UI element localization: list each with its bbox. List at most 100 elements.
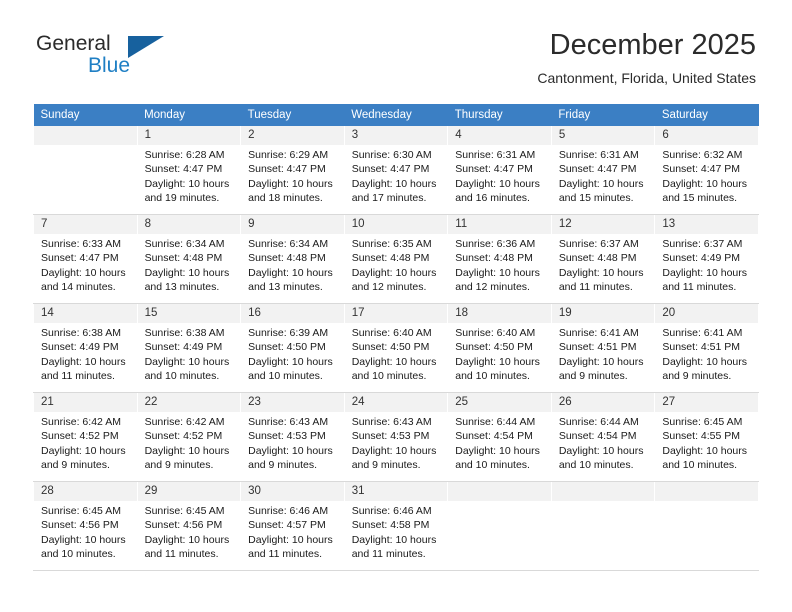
daylight-text-line1: Daylight: 10 hours: [248, 177, 333, 190]
sunrise-text: Sunrise: 6:43 AM: [248, 416, 329, 428]
daylight-text-line1: Daylight: 10 hours: [248, 355, 333, 368]
calendar-day-cell[interactable]: 10 Sunrise: 6:35 AM Sunset: 4:48 PM Dayligh…: [343, 214, 449, 304]
calendar-day-cell[interactable]: 26 Sunrise: 6:44 AM Sunset: 4:54 PM Dayligh…: [550, 392, 656, 482]
calendar-day-cell[interactable]: 18 Sunrise: 6:40 AM Sunset: 4:50 PM Dayligh…: [447, 303, 552, 393]
calendar-day-cell[interactable]: 16 Sunrise: 6:39 AM Sunset: 4:50 PM Dayligh…: [240, 303, 345, 393]
daylight-text-line1: Daylight: 10 hours: [41, 444, 126, 457]
calendar-day-cell[interactable]: 19 Sunrise: 6:41 AM Sunset: 4:51 PM Dayligh…: [550, 303, 656, 393]
day-number: 4: [448, 126, 551, 145]
day-details: Sunrise: 6:45 AM Sunset: 4:56 PM Daylight:…: [34, 501, 137, 562]
calendar-day-cell[interactable]: 5 Sunrise: 6:31 AM Sunset: 4:47 PM Daylight…: [550, 126, 656, 215]
daylight-text-line1: Daylight: 10 hours: [248, 533, 333, 546]
sunrise-text: Sunrise: 6:32 AM: [662, 149, 743, 161]
calendar-page: General Blue December 2025 Cantonment, F…: [0, 0, 792, 612]
calendar-day-cell[interactable]: 29 Sunrise: 6:45 AM Sunset: 4:56 PM Dayligh…: [136, 481, 242, 571]
day-details: Sunrise: 6:32 AM Sunset: 4:47 PM Daylight:…: [655, 145, 758, 206]
calendar-day-cell[interactable]: 21 Sunrise: 6:42 AM Sunset: 4:52 PM Dayligh…: [33, 392, 138, 482]
day-details: Sunrise: 6:43 AM Sunset: 4:53 PM Daylight:…: [345, 412, 448, 473]
sunset-text: Sunset: 4:57 PM: [248, 519, 326, 532]
weekday-header-wednesday: Wednesday: [344, 104, 448, 126]
daylight-text-line1: Daylight: 10 hours: [351, 355, 437, 368]
calendar-day-cell[interactable]: 20 Sunrise: 6:41 AM Sunset: 4:51 PM Dayligh…: [654, 303, 759, 393]
calendar-day-cell[interactable]: 1 Sunrise: 6:28 AM Sunset: 4:47 PM Daylight…: [136, 126, 242, 215]
sunset-text: Sunset: 4:52 PM: [41, 430, 119, 443]
day-details: Sunrise: 6:43 AM Sunset: 4:53 PM Daylight:…: [241, 412, 344, 473]
calendar-day-cell[interactable]: 12 Sunrise: 6:37 AM Sunset: 4:48 PM Dayligh…: [550, 214, 656, 304]
day-number: 15: [137, 304, 241, 323]
sunrise-text: Sunrise: 6:44 AM: [558, 416, 639, 428]
day-details: Sunrise: 6:31 AM Sunset: 4:47 PM Daylight:…: [448, 145, 551, 206]
day-details: Sunrise: 6:35 AM Sunset: 4:48 PM Daylight:…: [345, 234, 448, 295]
calendar-week-row: 28 Sunrise: 6:45 AM Sunset: 4:56 PM Dayligh…: [33, 481, 759, 571]
calendar-day-cell[interactable]: 28 Sunrise: 6:45 AM Sunset: 4:56 PM Dayligh…: [33, 481, 138, 571]
day-number: 9: [241, 215, 344, 234]
calendar-day-cell[interactable]: 17 Sunrise: 6:40 AM Sunset: 4:50 PM Dayligh…: [343, 303, 449, 393]
sunset-text: Sunset: 4:53 PM: [351, 430, 430, 443]
calendar-day-cell[interactable]: 24 Sunrise: 6:43 AM Sunset: 4:53 PM Dayligh…: [343, 392, 449, 482]
sunset-text: Sunset: 4:54 PM: [455, 430, 533, 443]
sunset-text: Sunset: 4:48 PM: [248, 252, 326, 265]
calendar-day-cell[interactable]: 6 Sunrise: 6:32 AM Sunset: 4:47 PM Daylight…: [654, 126, 759, 215]
calendar-day-cell[interactable]: 8 Sunrise: 6:34 AM Sunset: 4:48 PM Daylight…: [136, 214, 242, 304]
calendar-day-cell[interactable]: 14 Sunrise: 6:38 AM Sunset: 4:49 PM Dayligh…: [33, 303, 138, 393]
sunset-text: Sunset: 4:58 PM: [351, 519, 430, 532]
day-number: 24: [344, 393, 448, 412]
sunset-text: Sunset: 4:47 PM: [351, 163, 430, 176]
calendar-day-cell[interactable]: 9 Sunrise: 6:34 AM Sunset: 4:48 PM Daylight…: [240, 214, 345, 304]
daylight-text-line2: and 10 minutes.: [662, 459, 738, 472]
day-details: Sunrise: 6:30 AM Sunset: 4:47 PM Daylight:…: [345, 145, 448, 206]
day-details: Sunrise: 6:40 AM Sunset: 4:50 PM Daylight:…: [345, 323, 448, 384]
sunset-text: Sunset: 4:47 PM: [662, 163, 741, 176]
day-details: Sunrise: 6:46 AM Sunset: 4:57 PM Daylight:…: [241, 501, 344, 562]
location-subtitle: Cantonment, Florida, United States: [537, 70, 756, 86]
day-number: 27: [655, 393, 758, 412]
daylight-text-line1: Daylight: 10 hours: [41, 355, 126, 368]
calendar-day-cell[interactable]: 15 Sunrise: 6:38 AM Sunset: 4:49 PM Dayligh…: [136, 303, 242, 393]
day-number: 25: [448, 393, 551, 412]
daylight-text-line1: Daylight: 10 hours: [41, 266, 126, 279]
calendar-day-cell[interactable]: 30 Sunrise: 6:46 AM Sunset: 4:57 PM Dayligh…: [240, 481, 345, 571]
sunset-text: Sunset: 4:47 PM: [144, 163, 223, 176]
daylight-text-line1: Daylight: 10 hours: [144, 266, 230, 279]
calendar-day-cell[interactable]: 4 Sunrise: 6:31 AM Sunset: 4:47 PM Daylight…: [447, 126, 552, 215]
sunrise-text: Sunrise: 6:36 AM: [455, 238, 536, 250]
sunrise-text: Sunrise: 6:34 AM: [248, 238, 329, 250]
daylight-text-line1: Daylight: 10 hours: [455, 444, 540, 457]
day-number: 17: [344, 304, 448, 323]
day-number: 11: [448, 215, 551, 234]
calendar-day-cell[interactable]: 7 Sunrise: 6:33 AM Sunset: 4:47 PM Daylight…: [33, 214, 138, 304]
day-number: 5: [551, 126, 655, 145]
day-number: [448, 482, 551, 501]
calendar-day-cell[interactable]: 11 Sunrise: 6:36 AM Sunset: 4:48 PM Dayligh…: [447, 214, 552, 304]
brand-logo[interactable]: General Blue: [36, 32, 206, 88]
sunrise-text: Sunrise: 6:45 AM: [144, 505, 225, 517]
calendar-day-cell[interactable]: 3 Sunrise: 6:30 AM Sunset: 4:47 PM Daylight…: [343, 126, 449, 215]
sunrise-text: Sunrise: 6:40 AM: [455, 327, 536, 339]
calendar-day-cell[interactable]: 23 Sunrise: 6:43 AM Sunset: 4:53 PM Dayligh…: [240, 392, 345, 482]
daylight-text-line1: Daylight: 10 hours: [144, 355, 230, 368]
day-details: Sunrise: 6:38 AM Sunset: 4:49 PM Daylight:…: [34, 323, 137, 384]
daylight-text-line2: and 9 minutes.: [662, 370, 732, 383]
daylight-text-line1: Daylight: 10 hours: [558, 177, 644, 190]
calendar-day-cell[interactable]: 22 Sunrise: 6:42 AM Sunset: 4:52 PM Dayligh…: [136, 392, 242, 482]
daylight-text-line1: Daylight: 10 hours: [455, 266, 540, 279]
sunrise-text: Sunrise: 6:38 AM: [41, 327, 121, 339]
sunset-text: Sunset: 4:50 PM: [455, 341, 533, 354]
day-number: 7: [34, 215, 137, 234]
sunset-text: Sunset: 4:47 PM: [41, 252, 119, 265]
daylight-text-line2: and 9 minutes.: [144, 459, 214, 472]
daylight-text-line1: Daylight: 10 hours: [558, 444, 644, 457]
calendar-day-cell[interactable]: 31 Sunrise: 6:46 AM Sunset: 4:58 PM Dayligh…: [343, 481, 449, 571]
calendar-day-cell[interactable]: 27 Sunrise: 6:45 AM Sunset: 4:55 PM Dayligh…: [654, 392, 759, 482]
day-number: 6: [655, 126, 758, 145]
daylight-text-line2: and 15 minutes.: [662, 192, 738, 205]
sunset-text: Sunset: 4:48 PM: [558, 252, 637, 265]
calendar-day-cell[interactable]: 13 Sunrise: 6:37 AM Sunset: 4:49 PM Dayligh…: [654, 214, 759, 304]
brand-name-blue: Blue: [88, 54, 131, 77]
calendar-day-cell[interactable]: 25 Sunrise: 6:44 AM Sunset: 4:54 PM Dayligh…: [447, 392, 552, 482]
day-details: Sunrise: 6:45 AM Sunset: 4:56 PM Daylight:…: [138, 501, 241, 562]
calendar-day-cell[interactable]: 2 Sunrise: 6:29 AM Sunset: 4:47 PM Daylight…: [240, 126, 345, 215]
day-number: 20: [655, 304, 758, 323]
daylight-text-line2: and 10 minutes.: [144, 370, 220, 383]
calendar-cell-empty: [33, 126, 138, 215]
